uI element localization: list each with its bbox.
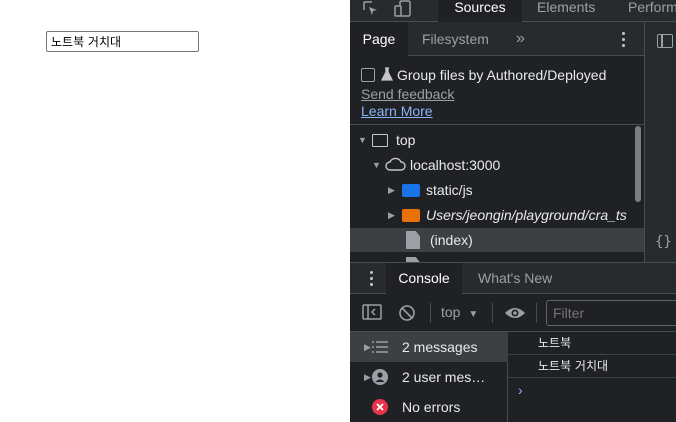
folder-icon	[402, 183, 420, 197]
cloud-icon	[384, 157, 406, 174]
group-files-toggle[interactable]: Group files by Authored/Deployed	[361, 66, 606, 84]
expanded-arrow-icon[interactable]: ▼	[372, 160, 382, 170]
tree-item-label: top	[396, 132, 416, 148]
sidebar-item-label: 2 messages	[402, 339, 478, 355]
tree-item-label: Users/jeongin/playground/cra_ts	[426, 207, 627, 223]
tab-console[interactable]: Console	[386, 263, 462, 294]
learn-more-link[interactable]: Learn More	[361, 103, 433, 119]
tab-filesystem[interactable]: Filesystem	[422, 22, 489, 56]
toolbar-divider	[430, 303, 431, 323]
file-tree: ▼ top ▼ localhost:3000 ▶ static/js ▶ Use…	[350, 128, 644, 262]
clear-console-icon[interactable]	[398, 304, 416, 325]
collapsed-arrow-icon[interactable]: ▶	[388, 210, 398, 221]
expanded-arrow-icon[interactable]: ▼	[358, 135, 368, 145]
file-icon	[406, 231, 420, 249]
user-icon	[372, 369, 388, 385]
console-prompt-icon[interactable]: ›	[518, 382, 523, 398]
web-page	[0, 0, 350, 422]
tab-elements[interactable]: Elements	[537, 0, 595, 22]
tab-page[interactable]: Page	[350, 22, 408, 56]
tree-scrollbar[interactable]	[635, 126, 641, 202]
console-log-line: 노트북 거치대	[508, 355, 676, 378]
group-files-label: Group files by Authored/Deployed	[397, 67, 607, 83]
tree-item-label: static/js	[426, 182, 473, 198]
console-sidebar-toggle-icon[interactable]	[362, 304, 382, 323]
tree-item-partial[interactable]	[350, 254, 644, 262]
group-files-checkbox[interactable]	[361, 68, 375, 82]
console-sidebar: ▶ 2 messages ▶ 2 user mes… No errors	[350, 332, 508, 422]
sidebar-item-label: 2 user mes…	[402, 369, 486, 385]
sources-navigator: Page Filesystem » Group files by Authore…	[350, 22, 644, 262]
navigator-tabs: Page Filesystem »	[350, 22, 644, 56]
error-icon	[372, 399, 388, 415]
more-tabs-icon[interactable]: »	[516, 22, 525, 56]
console-output: 노트북 노트북 거치대 ›	[508, 332, 676, 422]
list-icon	[372, 339, 388, 355]
device-toolbar-icon[interactable]	[394, 0, 412, 20]
tree-item-label: (index)	[430, 232, 473, 248]
collapsed-arrow-icon[interactable]: ▶	[388, 185, 398, 196]
sidebar-item-user-messages[interactable]: ▶ 2 user mes…	[350, 362, 508, 392]
frame-icon	[372, 133, 388, 147]
send-feedback-link[interactable]: Send feedback	[361, 86, 454, 102]
tree-item-label: localhost:3000	[410, 157, 501, 173]
console-log-line: 노트북	[508, 332, 676, 355]
live-expression-eye-icon[interactable]	[504, 305, 526, 324]
editor-side-panel: {}	[644, 22, 676, 262]
toolbar-divider	[536, 303, 537, 323]
tree-item-static-js[interactable]: ▶ static/js	[350, 178, 644, 202]
inspect-element-icon[interactable]	[362, 0, 380, 20]
sidebar-item-messages[interactable]: ▶ 2 messages	[350, 332, 508, 362]
devtools-panel: Sources Elements Performance Page Filesy…	[350, 0, 676, 422]
tab-sources[interactable]: Sources	[438, 0, 522, 22]
tab-performance[interactable]: Performance	[628, 0, 676, 22]
tree-item-users-folder[interactable]: ▶ Users/jeongin/playground/cra_ts	[350, 203, 644, 227]
divider	[350, 124, 644, 125]
tree-item-localhost[interactable]: ▼ localhost:3000	[350, 153, 644, 177]
folder-icon	[402, 208, 420, 222]
context-selector[interactable]: top ▼	[441, 304, 478, 320]
collapsed-arrow-icon[interactable]: ▶	[350, 342, 371, 353]
console-toolbar: top ▼	[350, 294, 676, 332]
tab-whats-new[interactable]: What's New	[478, 263, 552, 294]
sidebar-item-errors[interactable]: No errors	[350, 392, 508, 422]
console-filter-input[interactable]	[546, 300, 676, 326]
context-label: top	[441, 304, 461, 320]
devtools-main-toolbar: Sources Elements Performance	[350, 0, 676, 22]
pretty-print-icon[interactable]: {}	[655, 234, 672, 250]
toolbar-divider	[492, 303, 493, 323]
drawer-tabs: Console What's New	[350, 262, 676, 294]
drawer-menu-icon[interactable]	[370, 271, 373, 286]
tree-item-index[interactable]: (index)	[350, 228, 644, 252]
toggle-sidebar-icon[interactable]	[657, 34, 673, 48]
sidebar-item-label: No errors	[402, 399, 461, 415]
experiment-flask-icon	[380, 66, 394, 84]
page-text-input[interactable]	[46, 31, 199, 52]
more-options-icon[interactable]	[622, 32, 626, 48]
collapsed-arrow-icon[interactable]: ▶	[350, 372, 371, 383]
tree-item-top[interactable]: ▼ top	[350, 128, 644, 152]
dropdown-arrow-icon: ▼	[468, 309, 479, 320]
